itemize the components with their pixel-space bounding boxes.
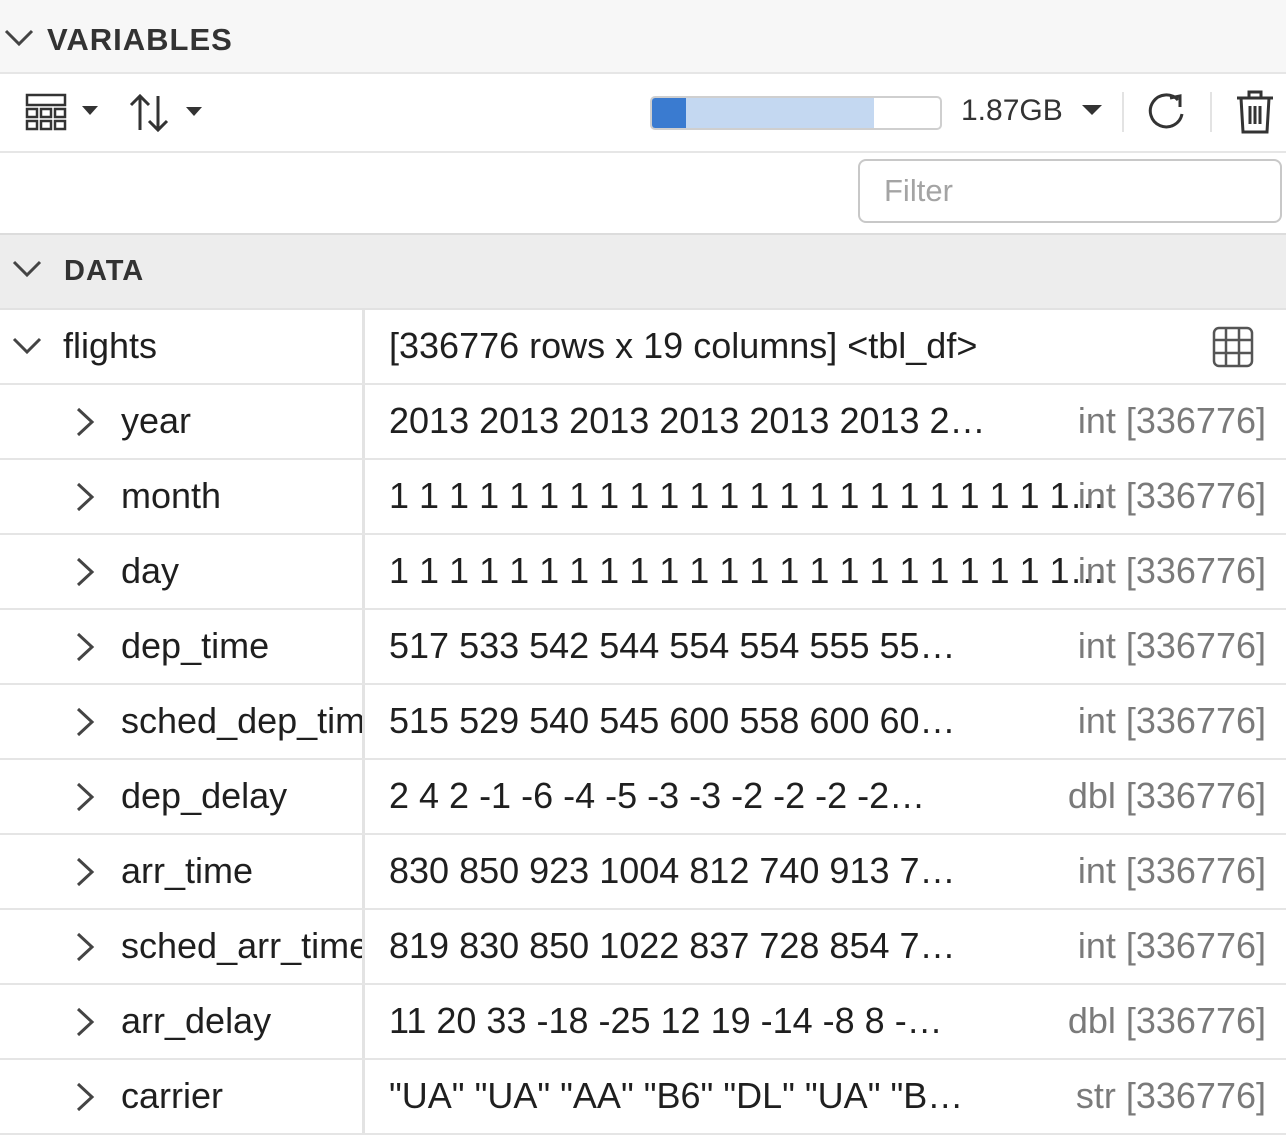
variable-name: dep_time xyxy=(121,625,270,666)
variable-value: 2013 2013 2013 2013 2013 2013 2… xyxy=(389,400,986,441)
variable-type: str [336776] xyxy=(1075,1075,1266,1116)
variable-name: flights xyxy=(63,325,158,366)
variable-type: int [336776] xyxy=(1077,700,1266,741)
variable-type: dbl [336776] xyxy=(1067,775,1266,816)
variable-name: year xyxy=(121,400,192,441)
caret-down-icon xyxy=(1082,105,1102,115)
variable-type: int [336776] xyxy=(1077,925,1266,966)
filter-input[interactable] xyxy=(858,159,1282,223)
name-cell: day xyxy=(0,535,365,608)
variable-value: 830 850 923 1004 812 740 913 7… xyxy=(389,850,956,891)
chevron-right-icon[interactable] xyxy=(74,707,96,742)
name-cell: dep_time xyxy=(0,610,365,683)
memory-dropdown-button[interactable] xyxy=(1080,102,1104,123)
name-cell: carrier xyxy=(0,1060,365,1133)
variable-row[interactable]: day 1 1 1 1 1 1 1 1 1 1 1 1 1 1 1 1 1 1 1… xyxy=(0,535,1286,610)
panel-title: VARIABLES xyxy=(47,22,233,57)
toolbar-divider xyxy=(1122,92,1124,132)
variable-value: "UA" "UA" "AA" "B6" "DL" "UA" "B… xyxy=(389,1075,964,1116)
variable-row[interactable]: sched_dep_time 515 529 540 545 600 558 60… xyxy=(0,685,1286,760)
name-cell: month xyxy=(0,460,365,533)
variable-row[interactable]: month 1 1 1 1 1 1 1 1 1 1 1 1 1 1 1 1 1 1… xyxy=(0,460,1286,535)
variable-value: 515 529 540 545 600 558 600 60… xyxy=(389,700,956,741)
sort-arrows-icon xyxy=(129,93,202,133)
variable-name: carrier xyxy=(121,1075,224,1116)
variable-value: 2 4 2 -1 -6 -4 -5 -3 -3 -2 -2 -2 -2… xyxy=(389,775,926,816)
refresh-button[interactable] xyxy=(1144,90,1188,139)
variable-row[interactable]: dep_time 517 533 542 544 554 554 555 55… i… xyxy=(0,610,1286,685)
name-cell: year xyxy=(0,385,365,458)
toolbar-divider xyxy=(1210,92,1212,132)
chevron-down-icon[interactable] xyxy=(4,28,34,53)
data-section-header[interactable]: DATA xyxy=(0,235,1286,310)
variable-name: sched_arr_time xyxy=(121,925,365,966)
variable-row-flights[interactable]: flights [336776 rows x 19 columns] <tbl_… xyxy=(0,310,1286,385)
variable-type: int [336776] xyxy=(1077,550,1266,591)
variable-name: month xyxy=(121,475,222,516)
memory-used-fill xyxy=(652,98,686,128)
variable-row[interactable]: sched_arr_time 819 830 850 1022 837 728 8… xyxy=(0,910,1286,985)
name-cell: dep_delay xyxy=(0,760,365,833)
name-cell: flights xyxy=(0,310,365,383)
memory-available-fill xyxy=(686,98,874,128)
chevron-right-icon[interactable] xyxy=(74,782,96,817)
chevron-down-icon[interactable] xyxy=(12,259,42,284)
memory-label[interactable]: 1.87GB xyxy=(961,94,1063,128)
variables-toolbar: 1.87GB xyxy=(0,74,1286,153)
variable-row[interactable]: carrier "UA" "UA" "AA" "B6" "DL" "UA" "B…… xyxy=(0,1060,1286,1135)
chevron-right-icon[interactable] xyxy=(74,1082,96,1117)
variable-name: arr_time xyxy=(121,850,254,891)
variable-name: sched_dep_time xyxy=(121,700,365,741)
table-view-icon[interactable] xyxy=(1212,326,1254,373)
chevron-right-icon[interactable] xyxy=(74,1007,96,1042)
variable-name: day xyxy=(121,550,180,591)
layout-menu-button[interactable] xyxy=(24,92,104,137)
variable-value: 517 533 542 544 554 554 555 55… xyxy=(389,625,956,666)
variable-value: [336776 rows x 19 columns] <tbl_df> xyxy=(389,325,978,366)
variable-type: int [336776] xyxy=(1077,400,1266,441)
chevron-right-icon[interactable] xyxy=(74,857,96,892)
variable-row[interactable]: arr_delay 11 20 33 -18 -25 12 19 -14 -8 8… xyxy=(0,985,1286,1060)
variable-value: 1 1 1 1 1 1 1 1 1 1 1 1 1 1 1 1 1 1 1 1 … xyxy=(389,550,1106,591)
chevron-right-icon[interactable] xyxy=(74,932,96,967)
variable-value: 819 830 850 1022 837 728 854 7… xyxy=(389,925,956,966)
section-title: DATA xyxy=(64,255,145,287)
variable-value: 1 1 1 1 1 1 1 1 1 1 1 1 1 1 1 1 1 1 1 1 … xyxy=(389,475,1106,516)
name-cell: arr_delay xyxy=(0,985,365,1058)
variable-row[interactable]: arr_time 830 850 923 1004 812 740 913 7… i… xyxy=(0,835,1286,910)
variable-value: 11 20 33 -18 -25 12 19 -14 -8 8 -… xyxy=(389,1000,943,1041)
variable-type: int [336776] xyxy=(1077,850,1266,891)
chevron-right-icon[interactable] xyxy=(74,482,96,517)
variable-type: int [336776] xyxy=(1077,475,1266,516)
variable-type: dbl [336776] xyxy=(1067,1000,1266,1041)
filter-row xyxy=(0,153,1286,235)
variable-name: dep_delay xyxy=(121,775,288,816)
refresh-icon xyxy=(1148,93,1184,129)
name-cell: sched_arr_time xyxy=(0,910,365,983)
variable-row[interactable]: dep_delay 2 4 2 -1 -6 -4 -5 -3 -3 -2 -2 -… xyxy=(0,760,1286,835)
chevron-down-icon[interactable] xyxy=(12,336,42,361)
variables-header[interactable]: VARIABLES xyxy=(0,0,1286,74)
variable-row[interactable]: year 2013 2013 2013 2013 2013 2013 2… int … xyxy=(0,385,1286,460)
grid-layout-icon xyxy=(25,93,98,131)
name-cell: sched_dep_time xyxy=(0,685,365,758)
name-cell: arr_time xyxy=(0,835,365,908)
chevron-right-icon[interactable] xyxy=(74,632,96,667)
memory-usage-bar[interactable] xyxy=(650,96,942,130)
chevron-right-icon[interactable] xyxy=(74,407,96,442)
variable-type: int [336776] xyxy=(1077,625,1266,666)
variable-name: arr_delay xyxy=(121,1000,272,1041)
delete-all-button[interactable] xyxy=(1234,88,1276,141)
chevron-right-icon[interactable] xyxy=(74,557,96,592)
sort-menu-button[interactable] xyxy=(128,90,208,139)
trash-icon xyxy=(1237,90,1273,134)
